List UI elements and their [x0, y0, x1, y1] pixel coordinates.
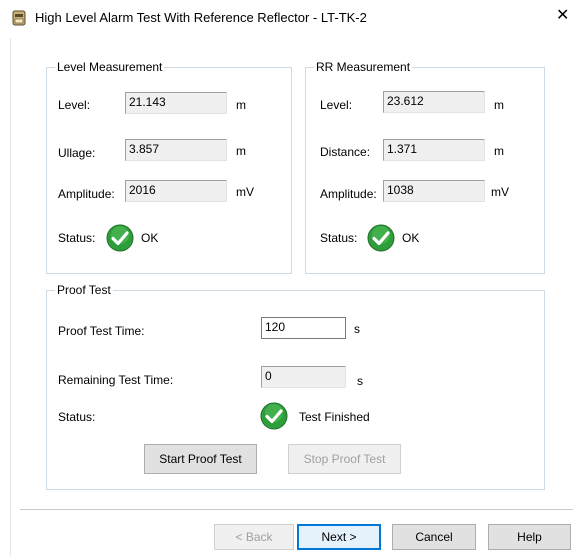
unit-label: s [354, 322, 360, 336]
unit-label: m [236, 98, 246, 112]
remaining-test-time-label: Remaining Test Time: [58, 373, 174, 387]
level-field[interactable]: 21.143 [125, 92, 227, 114]
rr-level-label: Level: [320, 98, 353, 112]
dialog-body: Level Measurement Level: 21.143 m Ullage… [10, 38, 573, 556]
check-icon [106, 224, 134, 252]
distance-field[interactable]: 1.371 [383, 139, 485, 161]
proof-status-text: Test Finished [299, 410, 370, 424]
rr-amplitude-field[interactable]: 1038 [383, 180, 485, 202]
proof-test-time-label: Proof Test Time: [58, 324, 145, 338]
close-icon[interactable]: ✕ [556, 8, 569, 24]
unit-label: m [494, 98, 504, 112]
group-legend: Proof Test [55, 283, 113, 297]
rr-status-text: OK [402, 231, 420, 245]
stop-proof-test-button[interactable]: Stop Proof Test [288, 444, 401, 474]
title-bar: High Level Alarm Test With Reference Ref… [0, 0, 573, 38]
cancel-button[interactable]: Cancel [392, 524, 476, 550]
unit-label: m [236, 144, 246, 158]
separator [20, 509, 573, 510]
group-legend: RR Measurement [314, 60, 413, 74]
back-button[interactable]: < Back [214, 524, 294, 550]
unit-label: mV [491, 185, 509, 199]
level-measurement-group: Level Measurement Level: 21.143 m Ullage… [46, 60, 292, 274]
window-title: High Level Alarm Test With Reference Ref… [35, 10, 367, 25]
rr-status-label: Status: [320, 231, 358, 245]
rr-amplitude-label: Amplitude: [320, 187, 377, 201]
ullage-field[interactable]: 3.857 [125, 139, 227, 161]
group-legend: Level Measurement [55, 60, 165, 74]
next-button[interactable]: Next > [297, 524, 381, 550]
status-label: Status: [58, 231, 96, 245]
unit-label: mV [236, 185, 254, 199]
ullage-label: Ullage: [58, 146, 96, 160]
distance-label: Distance: [320, 145, 371, 159]
app-icon [12, 10, 26, 26]
amplitude-field[interactable]: 2016 [125, 180, 227, 202]
unit-label: s [357, 374, 363, 388]
remaining-test-time-field[interactable]: 0 [261, 366, 346, 388]
start-proof-test-button[interactable]: Start Proof Test [144, 444, 257, 474]
help-button[interactable]: Help [488, 524, 571, 550]
check-icon [367, 224, 395, 252]
unit-label: m [494, 144, 504, 158]
level-label: Level: [58, 98, 91, 112]
rr-level-field[interactable]: 23.612 [383, 91, 485, 113]
proof-test-group: Proof Test Proof Test Time: 120 s Remain… [46, 283, 545, 490]
amplitude-label: Amplitude: [58, 187, 115, 201]
check-icon [260, 402, 288, 430]
rr-measurement-group: RR Measurement Level: 23.612 m Distance:… [305, 60, 545, 274]
proof-status-label: Status: [58, 410, 96, 424]
status-text: OK [141, 231, 159, 245]
proof-test-time-input[interactable]: 120 [261, 317, 346, 339]
